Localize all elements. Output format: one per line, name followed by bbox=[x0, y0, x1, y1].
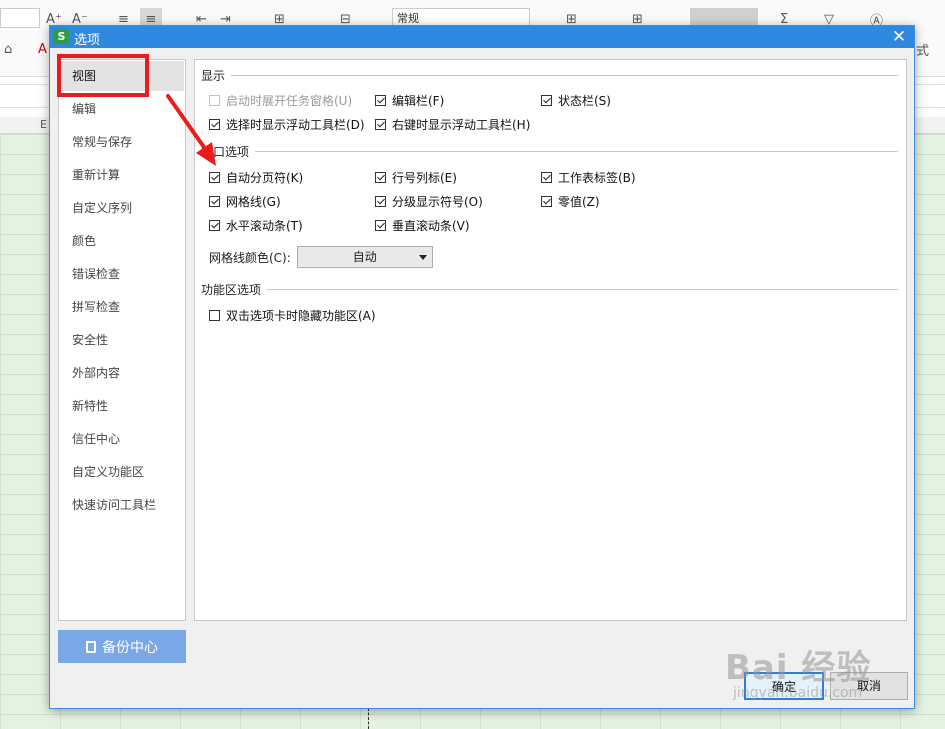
watermark: Bai 经验 jingyan.baidu.com bbox=[725, 640, 871, 701]
watermark-logo: Bai 经验 bbox=[725, 648, 872, 688]
annotation-arrow bbox=[166, 94, 216, 166]
watermark-url: jingyan.baidu.com bbox=[733, 685, 863, 701]
